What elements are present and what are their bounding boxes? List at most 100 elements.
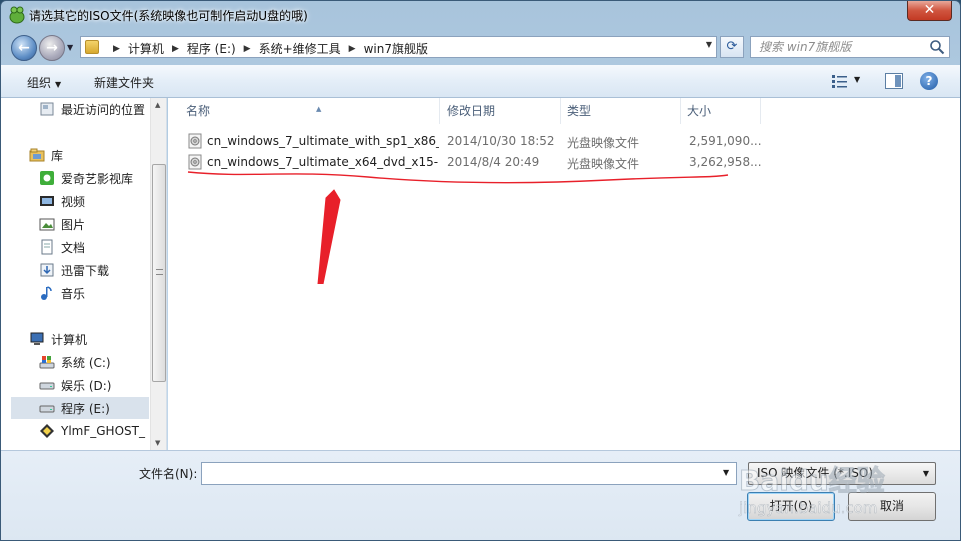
scroll-down-arrow-icon[interactable]: ▼: [155, 439, 160, 447]
nav-label: YlmF_GHOST_ (: [61, 424, 149, 438]
filetype-select[interactable]: ISO 映像文件 (*.ISO) ▼: [748, 462, 936, 485]
library-icon: [29, 148, 45, 162]
navigation-bar: ← → ▼ ▶ 计算机 ▶ 程序 (E:) ▶ 系统+维修工具 ▶ win7旗舰…: [1, 31, 960, 65]
breadcrumb-item[interactable]: 程序 (E:): [187, 40, 236, 57]
nav-label: 迅雷下载: [61, 263, 110, 278]
column-header-date[interactable]: 修改日期: [441, 98, 561, 124]
open-file-dialog: 请选其它的ISO文件(系统映像也可制作启动U盘的哦) ✕ ← → ▼ ▶ 计算机…: [0, 0, 961, 541]
nav-item-video[interactable]: 视频: [39, 190, 149, 212]
new-folder-button[interactable]: 新建文件夹: [94, 74, 154, 91]
nav-item-music[interactable]: 音乐: [39, 282, 149, 304]
nav-label: 视频: [61, 194, 86, 209]
file-row[interactable]: cn_windows_7_ultimate_x64_dvd_x15-... 20…: [184, 152, 764, 172]
column-header-type[interactable]: 类型: [561, 98, 681, 124]
refresh-button[interactable]: ⟳: [720, 36, 744, 58]
organize-label: 组织: [27, 76, 52, 90]
breadcrumb-item[interactable]: 系统+维修工具: [259, 40, 341, 57]
dialog-footer: 文件名(N): ▼ ISO 映像文件 (*.ISO) ▼ 打开(O) 取消: [1, 450, 960, 540]
help-icon[interactable]: ?: [920, 72, 938, 90]
file-name: cn_windows_7_ultimate_x64_dvd_x15-...: [207, 155, 439, 169]
filename-input[interactable]: [201, 462, 737, 485]
cancel-button[interactable]: 取消: [848, 492, 936, 521]
nav-item-drive-d[interactable]: 娱乐 (D:): [39, 374, 149, 396]
nav-item-thunder[interactable]: 迅雷下载: [39, 259, 149, 281]
nav-item-iqiyi[interactable]: 爱奇艺影视库: [39, 167, 149, 189]
navpane-scrollbar[interactable]: ▲ ▼: [150, 98, 166, 450]
navigation-pane: 最近访问的位置 库 爱奇艺影视库 视频 图片 文档 迅雷下载 音乐 计算机 系统…: [1, 98, 167, 450]
chevron-right-icon[interactable]: ▶: [172, 44, 179, 54]
nav-item-recent-places[interactable]: 最近访问的位置: [39, 98, 149, 120]
view-options-icon[interactable]: [831, 73, 849, 89]
pictures-icon: [39, 218, 55, 231]
command-bar: 组织 ▼ 新建文件夹 ▼ ?: [1, 65, 960, 98]
file-date: 2014/10/30 18:52: [447, 134, 555, 148]
chevron-down-icon: ▼: [922, 469, 929, 478]
file-type: 光盘映像文件: [567, 157, 640, 171]
disc-image-icon: [188, 133, 202, 149]
nav-label: 爱奇艺影视库: [61, 171, 134, 186]
nav-item-drive-c[interactable]: 系统 (C:): [39, 351, 149, 373]
nav-label: 库: [51, 148, 64, 163]
breadcrumb: ▶ 计算机 ▶ 程序 (E:) ▶ 系统+维修工具 ▶ win7旗舰版: [105, 40, 428, 57]
file-list: 名称 ▲ 修改日期 类型 大小 cn_windows_7_ultimate_wi…: [168, 98, 960, 450]
scrollbar-thumb[interactable]: [152, 164, 166, 382]
sort-ascending-icon: ▲: [316, 105, 322, 113]
nav-label: 图片: [61, 217, 86, 232]
file-date: 2014/8/4 20:49: [447, 155, 540, 169]
nav-label: 娱乐 (D:): [61, 378, 112, 393]
filename-dropdown[interactable]: ▼: [723, 468, 729, 477]
dvd-drive-icon: [40, 424, 54, 438]
iqiyi-icon: [40, 171, 54, 185]
chevron-right-icon[interactable]: ▶: [349, 44, 356, 54]
folder-icon: [85, 40, 99, 54]
preview-pane-icon[interactable]: [885, 73, 903, 89]
nav-item-computer[interactable]: 计算机: [29, 328, 149, 350]
forward-button[interactable]: →: [39, 35, 65, 61]
search-input[interactable]: [759, 39, 929, 55]
file-type: 光盘映像文件: [567, 136, 640, 150]
breadcrumb-item[interactable]: win7旗舰版: [364, 40, 428, 57]
computer-icon: [30, 332, 44, 345]
nav-label: 音乐: [61, 286, 86, 301]
view-dropdown[interactable]: ▼: [854, 75, 860, 84]
organize-menu[interactable]: 组织 ▼: [27, 74, 61, 91]
nav-label: 系统 (C:): [61, 355, 111, 370]
breadcrumb-item[interactable]: 计算机: [128, 40, 164, 57]
video-icon: [40, 196, 54, 206]
file-size: 3,262,958...: [689, 155, 762, 169]
nav-item-pictures[interactable]: 图片: [39, 213, 149, 235]
drive-icon: [39, 405, 55, 413]
nav-label: 程序 (E:): [61, 401, 110, 416]
app-icon: [9, 6, 25, 24]
nav-item-library[interactable]: 库: [29, 144, 149, 166]
window-title: 请选其它的ISO文件(系统映像也可制作启动U盘的哦): [29, 9, 308, 23]
search-box: [750, 36, 950, 58]
recent-locations-dropdown[interactable]: ▼: [67, 43, 77, 52]
recent-places-icon: [40, 102, 54, 116]
nav-item-drive-e[interactable]: 程序 (E:): [11, 397, 149, 419]
thunder-download-icon: [40, 263, 54, 277]
back-button[interactable]: ←: [11, 35, 37, 61]
address-dropdown[interactable]: ▼: [706, 40, 712, 49]
disc-image-icon: [188, 154, 202, 170]
nav-label: 最近访问的位置: [61, 102, 146, 117]
column-header-size[interactable]: 大小: [681, 98, 761, 124]
column-header-name[interactable]: 名称 ▲: [180, 98, 440, 124]
scroll-up-arrow-icon[interactable]: ▲: [155, 101, 160, 109]
file-row[interactable]: cn_windows_7_ultimate_with_sp1_x86_... 2…: [184, 131, 764, 151]
chevron-down-icon: ▼: [55, 80, 62, 89]
close-button[interactable]: ✕: [907, 1, 952, 21]
open-button[interactable]: 打开(O): [747, 492, 835, 521]
documents-icon: [41, 239, 53, 255]
nav-item-documents[interactable]: 文档: [39, 236, 149, 258]
address-bar[interactable]: ▶ 计算机 ▶ 程序 (E:) ▶ 系统+维修工具 ▶ win7旗舰版 ▼: [80, 36, 717, 58]
grip-icon: [156, 269, 163, 275]
drive-icon: [39, 382, 55, 390]
system-drive-icon: [39, 356, 55, 369]
nav-item-dvd-drive[interactable]: YlmF_GHOST_ (: [39, 420, 149, 442]
search-icon[interactable]: [929, 39, 945, 55]
file-size: 2,591,090...: [689, 134, 762, 148]
chevron-right-icon[interactable]: ▶: [113, 44, 120, 54]
chevron-right-icon[interactable]: ▶: [244, 44, 251, 54]
column-label: 名称: [186, 104, 211, 118]
